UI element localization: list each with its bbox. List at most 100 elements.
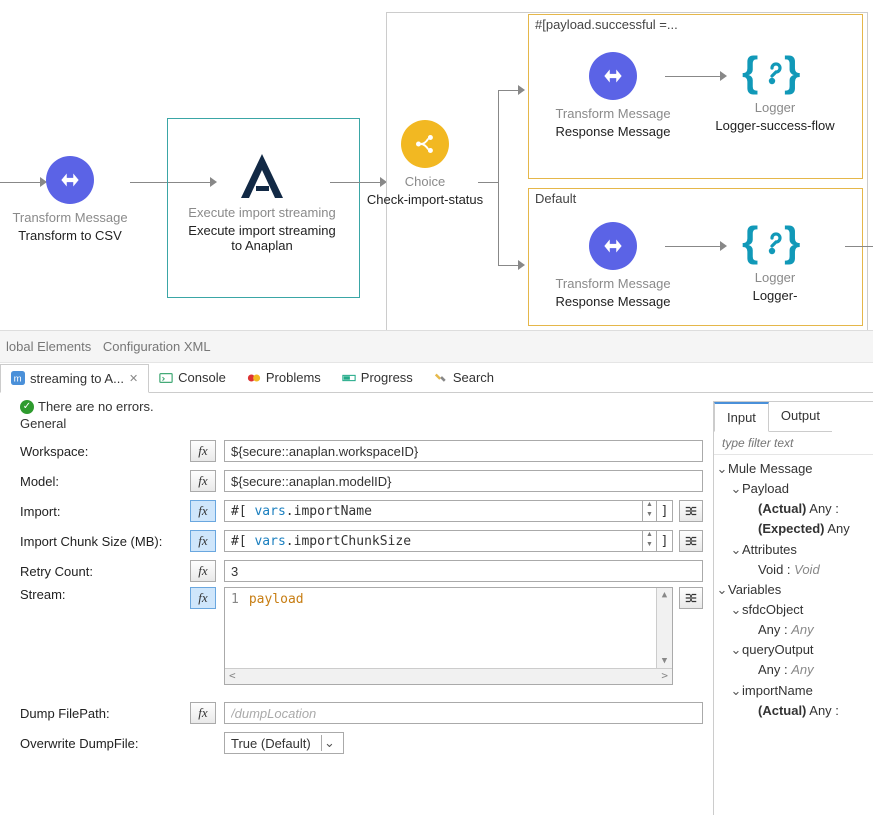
node-subtitle: Check-import-status (360, 192, 490, 208)
import-field[interactable]: #[ vars.importName (224, 500, 643, 522)
node-choice[interactable]: Choice Check-import-status (360, 120, 490, 207)
section-label: General (20, 416, 703, 431)
node-title: Transform Message (538, 276, 688, 292)
problems-icon (247, 371, 261, 385)
console-icon (159, 371, 173, 385)
branch-condition: #[payload.successful =... (535, 17, 678, 32)
node-title: Execute import streaming (182, 205, 342, 221)
node-subtitle: Response Message (538, 294, 688, 310)
map-button[interactable] (679, 500, 703, 522)
choice-icon (412, 131, 438, 157)
overwrite-dropdown[interactable]: True (Default) ⌄ (224, 732, 344, 754)
tab-label: Problems (266, 370, 321, 385)
workspace-label: Workspace: (20, 444, 190, 459)
map-icon (684, 591, 698, 605)
fx-button[interactable]: fx (190, 500, 216, 522)
tab-problems[interactable]: Problems (237, 364, 332, 391)
tab-label: Console (178, 370, 226, 385)
scrollbar-vertical[interactable]: ▲▼ (656, 588, 672, 668)
node-subtitle: Logger-success-flow (710, 118, 840, 134)
fx-button[interactable]: fx (190, 440, 216, 462)
mule-icon: m (11, 371, 25, 385)
dropdown-value: True (Default) (231, 736, 311, 751)
workspace-field[interactable] (224, 440, 703, 462)
fx-button[interactable]: fx (190, 587, 216, 609)
node-subtitle: Logger- (710, 288, 840, 304)
tab-search[interactable]: Search (424, 364, 505, 391)
node-response-msg-2[interactable]: Transform Message Response Message (538, 222, 688, 309)
transform-icon (600, 63, 626, 89)
filter-input[interactable] (722, 436, 873, 450)
overwrite-label: Overwrite DumpFile: (20, 736, 190, 751)
node-execute-import[interactable]: Execute import streaming Execute import … (182, 148, 342, 254)
branch-condition: Default (535, 191, 576, 206)
model-label: Model: (20, 474, 190, 489)
chevron-down-icon: ⌄ (321, 735, 337, 751)
chunk-field[interactable]: #[ vars.importChunkSize (224, 530, 643, 552)
tab-configuration-xml[interactable]: Configuration XML (103, 339, 211, 354)
node-subtitle: Execute import streaming to Anaplan (182, 223, 342, 254)
tab-console[interactable]: Console (149, 364, 237, 391)
logger-icon: { } (742, 48, 808, 96)
import-label: Import: (20, 504, 190, 519)
close-icon[interactable]: ✕ (129, 372, 138, 385)
flashlight-icon (434, 371, 448, 385)
fx-button[interactable]: fx (190, 560, 216, 582)
tab-input[interactable]: Input (714, 402, 769, 432)
map-icon (684, 504, 698, 518)
editor-bottom-tabs: lobal Elements Configuration XML (0, 330, 873, 363)
datasense-panel: Input Output ⌄Mule Message ⌄Payload (Act… (713, 401, 873, 815)
tab-output[interactable]: Output (769, 402, 832, 432)
model-field[interactable] (224, 470, 703, 492)
map-button[interactable] (679, 587, 703, 609)
stream-label: Stream: (20, 587, 190, 602)
view-tabs: m streaming to A... ✕ Console Problems P… (0, 363, 873, 393)
anaplan-logo-icon (233, 150, 291, 202)
svg-text:}: } (784, 218, 800, 265)
node-logger-success[interactable]: { } Logger Logger-success-flow (710, 44, 840, 133)
tab-label: Progress (361, 370, 413, 385)
transform-icon (600, 233, 626, 259)
fx-button[interactable]: fx (190, 470, 216, 492)
flow-canvas[interactable]: Transform Message Transform to CSV Execu… (0, 0, 873, 330)
tab-global-elements[interactable]: lobal Elements (6, 339, 91, 354)
stream-code-editor[interactable]: 1 payload ▲▼ <> (224, 587, 673, 685)
logger-icon: { } (742, 218, 808, 266)
tab-label: streaming to A... (30, 371, 124, 386)
svg-text:m: m (14, 374, 22, 385)
node-title: Transform Message (538, 106, 688, 122)
node-title: Choice (360, 174, 490, 190)
node-title: Logger (710, 270, 840, 286)
tab-label: Search (453, 370, 494, 385)
line-number: 1 (231, 592, 239, 664)
node-response-msg-1[interactable]: Transform Message Response Message (538, 52, 688, 139)
node-subtitle: Transform to CSV (0, 228, 150, 244)
dump-label: Dump FilePath: (20, 706, 190, 721)
scrollbar-horizontal[interactable]: <> (225, 668, 672, 684)
map-button[interactable] (679, 530, 703, 552)
node-transform-csv[interactable]: Transform Message Transform to CSV (0, 156, 150, 243)
node-title: Transform Message (0, 210, 150, 226)
svg-text:{: { (742, 218, 758, 265)
fx-button[interactable]: fx (190, 530, 216, 552)
metadata-tree[interactable]: ⌄Mule Message ⌄Payload (Actual) Any : (E… (714, 455, 873, 725)
check-icon: ✓ (20, 400, 34, 414)
retry-label: Retry Count: (20, 564, 190, 579)
svg-text:{: { (742, 48, 758, 95)
node-title: Logger (710, 100, 840, 116)
stepper[interactable]: ▲▼ (643, 500, 657, 522)
tab-streaming[interactable]: m streaming to A... ✕ (0, 364, 149, 393)
chunk-label: Import Chunk Size (MB): (20, 534, 190, 549)
bracket-close: ] (657, 530, 673, 552)
map-icon (684, 534, 698, 548)
node-logger-default[interactable]: { } Logger Logger- (710, 214, 840, 303)
svg-text:}: } (784, 48, 800, 95)
dump-field[interactable] (224, 702, 703, 724)
tab-progress[interactable]: Progress (332, 364, 424, 391)
fx-button[interactable]: fx (190, 702, 216, 724)
bracket-close: ] (657, 500, 673, 522)
retry-field[interactable] (224, 560, 703, 582)
node-subtitle: Response Message (538, 124, 688, 140)
transform-icon (57, 167, 83, 193)
stepper[interactable]: ▲▼ (643, 530, 657, 552)
